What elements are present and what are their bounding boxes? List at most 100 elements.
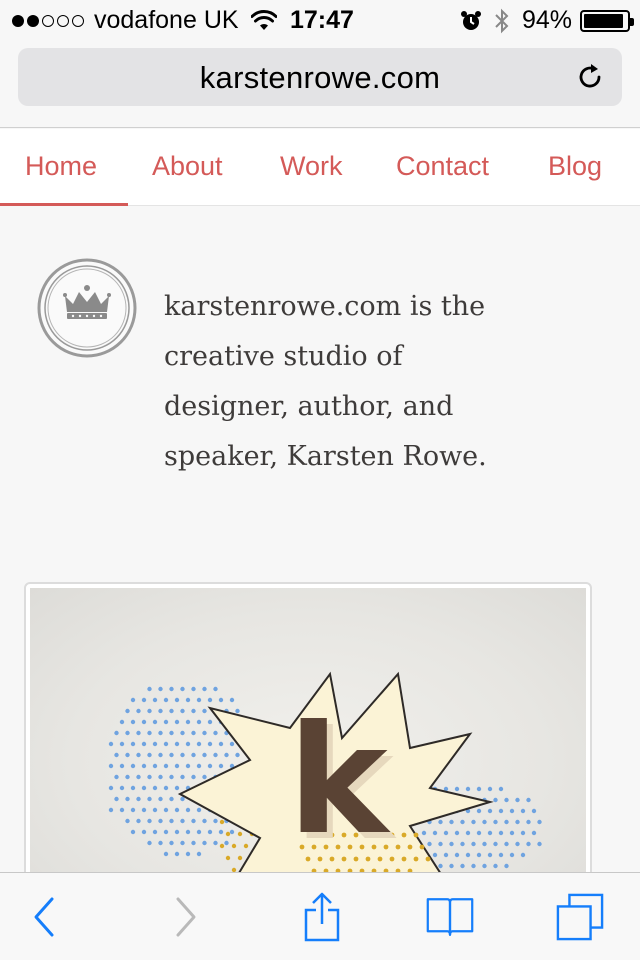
halftone-dot [237, 831, 243, 837]
halftone-dot [504, 841, 509, 847]
halftone-dot [438, 841, 443, 847]
intro-line: creative studio of [164, 341, 403, 372]
halftone-dot [218, 697, 224, 703]
bookmarks-icon [426, 898, 474, 936]
halftone-dot [141, 697, 147, 703]
halftone-dot [147, 730, 152, 736]
halftone-dot [438, 819, 443, 825]
halftone-dot [180, 840, 185, 846]
nav-home[interactable]: Home [25, 151, 97, 182]
tabs-icon [556, 893, 604, 941]
halftone-dot [130, 697, 136, 703]
status-right: 94% [460, 6, 634, 35]
intro-line: speaker, Karsten Rowe. [164, 441, 487, 472]
halftone-dot [229, 697, 235, 703]
halftone-dot [413, 832, 419, 838]
halftone-dot [520, 852, 526, 858]
tabs-button[interactable] [556, 893, 604, 941]
halftone-dot [174, 697, 180, 703]
halftone-dot [152, 763, 158, 769]
halftone-dot [196, 829, 202, 835]
address-url[interactable]: karstenrowe.com [18, 60, 622, 96]
nav-about[interactable]: About [152, 151, 223, 182]
halftone-dot [185, 829, 191, 835]
halftone-dot [114, 774, 119, 780]
halftone-dot [487, 830, 493, 836]
halftone-dot [471, 841, 476, 847]
halftone-dot [196, 807, 202, 813]
crown-badge-icon[interactable] [37, 258, 137, 358]
halftone-dot [147, 708, 152, 714]
halftone-dot [202, 752, 207, 758]
forward-arrow-icon [176, 897, 196, 937]
halftone-dot [509, 808, 515, 814]
halftone-dot [108, 785, 114, 791]
halftone-dot [180, 730, 185, 736]
nav-contact[interactable]: Contact [396, 151, 489, 182]
back-arrow-icon [34, 897, 54, 937]
nav-blog[interactable]: Blog [548, 151, 602, 182]
halftone-dot [163, 697, 169, 703]
halftone-dot [141, 719, 147, 725]
wifi-icon [250, 9, 277, 30]
halftone-dot [476, 786, 482, 792]
halftone-dot [152, 697, 158, 703]
halftone-dot [487, 808, 493, 814]
halftone-dot [460, 819, 465, 825]
halftone-dot [202, 708, 207, 714]
halftone-dot [147, 686, 152, 692]
halftone-dot [465, 852, 471, 858]
halftone-dot [158, 686, 163, 692]
halftone-dot [169, 752, 174, 758]
address-bar[interactable]: karstenrowe.com [18, 48, 622, 106]
intro-line: designer, author, and [164, 391, 454, 422]
hero-letter: k [288, 694, 391, 868]
halftone-dot [515, 819, 520, 825]
halftone-dot [158, 818, 163, 824]
halftone-dot [413, 856, 419, 862]
halftone-dot [202, 840, 207, 846]
halftone-dot [202, 774, 207, 780]
forward-button[interactable] [162, 893, 210, 941]
site-nav: Home About Work Contact Blog [0, 129, 640, 206]
intro-text: karstenrowe.com is the creative studio o… [164, 282, 604, 482]
halftone-dot [237, 855, 243, 861]
halftone-dot [526, 797, 531, 803]
reload-icon[interactable] [576, 62, 606, 92]
halftone-dot [141, 741, 147, 747]
halftone-dot [443, 830, 449, 836]
halftone-dot [454, 830, 460, 836]
halftone-dot [476, 808, 482, 814]
halftone-dot [487, 786, 493, 792]
halftone-dot [526, 819, 531, 825]
halftone-dot [136, 774, 141, 780]
halftone-dot [185, 697, 191, 703]
halftone-dot [395, 844, 401, 850]
bookmarks-button[interactable] [426, 893, 474, 941]
halftone-dot [130, 785, 136, 791]
halftone-dot [158, 796, 163, 802]
halftone-dot [130, 719, 136, 725]
hero-image[interactable]: k k [24, 582, 592, 882]
halftone-dot [218, 829, 224, 835]
status-left: vodafone UK [12, 6, 277, 35]
halftone-dot [493, 819, 498, 825]
alarm-clock-icon [460, 10, 481, 30]
halftone-dot [407, 844, 413, 850]
halftone-dot [163, 829, 169, 835]
share-button[interactable] [298, 892, 346, 942]
share-icon [304, 892, 340, 942]
halftone-dot [185, 741, 191, 747]
halftone-dot [180, 708, 185, 714]
halftone-dot [471, 819, 476, 825]
halftone-dot [169, 686, 174, 692]
halftone-dot [147, 840, 152, 846]
halftone-dot [174, 829, 180, 835]
halftone-dot [130, 829, 136, 835]
halftone-dot [136, 818, 141, 824]
halftone-dot [152, 741, 158, 747]
nav-work[interactable]: Work [280, 151, 343, 182]
back-button[interactable] [20, 893, 68, 941]
halftone-dot [454, 852, 460, 858]
signal-strength-icon [12, 14, 84, 27]
